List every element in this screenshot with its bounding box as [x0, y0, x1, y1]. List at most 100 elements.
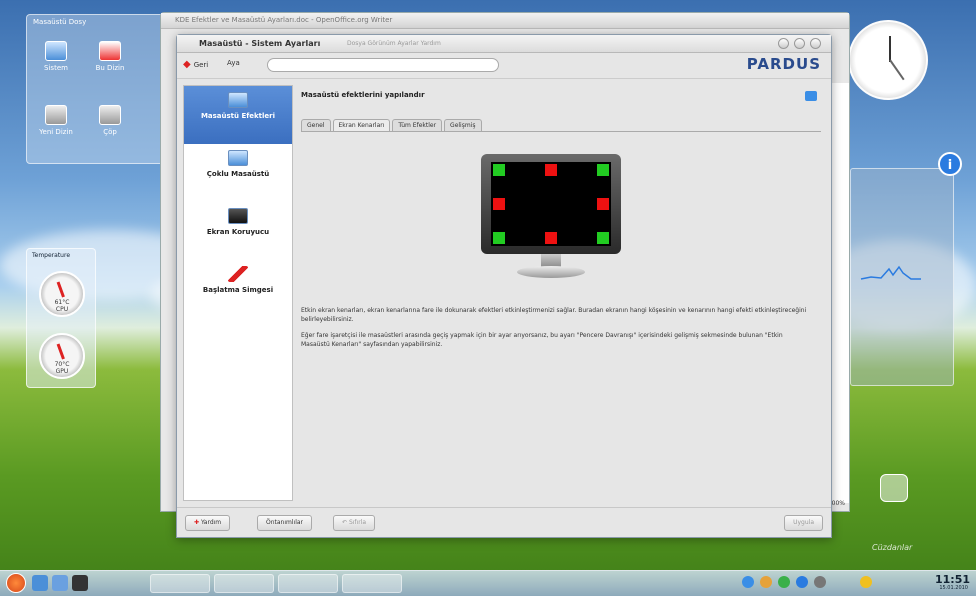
- window-title: Masaüstü - Sistem Ayarları: [199, 39, 321, 48]
- application-menu-icon[interactable]: [6, 573, 26, 593]
- top-edge-button[interactable]: [545, 164, 557, 176]
- screensaver-icon: [228, 208, 248, 224]
- search-input[interactable]: [267, 58, 499, 72]
- close-button[interactable]: [810, 38, 821, 49]
- folder-view-title: Masaüstü Dosy: [33, 18, 87, 26]
- tab-general[interactable]: Genel: [301, 119, 331, 131]
- back-arrow-icon: ◆: [183, 59, 191, 70]
- tab-bar: Genel Ekran Kenarları Tüm Efektler Geliş…: [301, 119, 482, 131]
- pardus-logo: PARDUS: [746, 55, 821, 73]
- desktop-icon-home[interactable]: Bu Dizin: [89, 41, 131, 72]
- sidebar-item-desktop-effects[interactable]: Masaüstü Efektleri: [184, 86, 292, 144]
- back-label: Geri: [193, 60, 209, 69]
- tab-screen-edges[interactable]: Ekran Kenarları: [332, 119, 391, 131]
- sidebar-item-screensaver[interactable]: Ekran Koruyucu: [184, 202, 292, 260]
- description-text: Etkin ekran kenarları, ekran kenarlarına…: [301, 306, 811, 356]
- top-left-corner-button[interactable]: [493, 164, 505, 176]
- right-edge-button[interactable]: [597, 198, 609, 210]
- monitor-screen: [491, 162, 611, 246]
- folder-view-widget[interactable]: Masaüstü Dosy Sistem Bu Dizin Yeni Dizin…: [26, 14, 166, 164]
- dialog-button-bar: ✚ Yardım Öntanımlılar ↶ Sıfırla Uygula: [177, 507, 831, 537]
- taskbar-panel: 11:51 15.01.2010: [0, 570, 976, 596]
- taskbar-item[interactable]: [342, 574, 402, 593]
- temperature-widget[interactable]: Temperature 61°C CPU 70°C GPU: [26, 248, 96, 388]
- cpu-gauge: 61°C CPU: [39, 271, 85, 317]
- left-edge-button[interactable]: [493, 198, 505, 210]
- gauge-label: GPU: [55, 368, 69, 375]
- desktop-icon-label: Çöp: [103, 128, 117, 136]
- settings-sidebar: Masaüstü Efektleri Çoklu Masaüstü Ekran …: [183, 85, 293, 501]
- defaults-button[interactable]: Öntanımlılar: [257, 515, 313, 531]
- monitor-base: [517, 266, 585, 278]
- system-settings-dialog[interactable]: Masaüstü - Sistem Ayarları Dosya Görünüm…: [176, 34, 832, 538]
- computer-icon: [45, 41, 67, 61]
- tab-all-effects[interactable]: Tüm Efektler: [392, 119, 443, 131]
- window-title: KDE Efektler ve Masaüstü Ayarları.doc - …: [161, 13, 849, 29]
- gauge-value: 70°C: [54, 361, 70, 368]
- desktop-icon-trash[interactable]: Çöp: [89, 105, 131, 136]
- help-label: Aya: [227, 59, 240, 67]
- sidebar-item-launch-feedback[interactable]: Başlatma Simgesi: [184, 260, 292, 318]
- volume-tray-icon[interactable]: [796, 576, 808, 588]
- temperature-widget-title: Temperature: [32, 252, 71, 259]
- analog-clock-widget[interactable]: [848, 20, 928, 100]
- help-button[interactable]: ✚ Yardım: [185, 515, 231, 531]
- updates-tray-icon[interactable]: [860, 576, 872, 588]
- desktop-icon-label: Sistem: [44, 64, 68, 72]
- taskbar-item[interactable]: [278, 574, 338, 593]
- bottom-left-corner-button[interactable]: [493, 232, 505, 244]
- drive-icon: [45, 105, 67, 125]
- description-paragraph: Etkin ekran kenarları, ekran kenarlarına…: [301, 307, 807, 323]
- help-button-label: Yardım: [200, 519, 222, 526]
- title-bar[interactable]: Masaüstü - Sistem Ayarları Dosya Görünüm…: [177, 35, 831, 53]
- desktop-icon-system[interactable]: Sistem: [35, 41, 77, 72]
- device-tray-icon[interactable]: [814, 576, 826, 588]
- desktop-effects-icon: [228, 92, 248, 108]
- file-manager-icon[interactable]: [52, 575, 68, 591]
- network-graph: [860, 265, 921, 280]
- sidebar-item-label: Çoklu Masaüstü: [206, 170, 270, 178]
- gpu-gauge: 70°C GPU: [39, 333, 85, 379]
- taskbar-item[interactable]: [214, 574, 274, 593]
- terminal-icon[interactable]: [72, 575, 88, 591]
- desktop-icon-label: Yeni Dizin: [39, 128, 73, 136]
- clock-minute-hand: [889, 36, 891, 62]
- desktop-icon-drive[interactable]: Yeni Dizin: [35, 105, 77, 136]
- trash-icon: [99, 105, 121, 125]
- toolbar: ◆ Geri Aya PARDUS: [177, 53, 831, 79]
- reset-button[interactable]: ↶ Sıfırla: [333, 515, 376, 531]
- bottom-edge-button[interactable]: [545, 232, 557, 244]
- battery-tray-icon[interactable]: [778, 576, 790, 588]
- minimize-button[interactable]: [778, 38, 789, 49]
- reset-icon: ↶: [342, 519, 348, 526]
- reset-button-label: Sıfırla: [348, 519, 367, 526]
- tab-advanced[interactable]: Gelişmiş: [444, 119, 482, 131]
- network-tray-icon[interactable]: [742, 576, 754, 588]
- wallpaper-watermark: Cüzdanlar: [872, 543, 913, 552]
- sidebar-item-label: Başlatma Simgesi: [202, 286, 274, 294]
- gauge-needle: [56, 343, 65, 360]
- apply-button[interactable]: Uygula: [784, 515, 823, 531]
- notification-tray-icon[interactable]: [760, 576, 772, 588]
- taskbar-item[interactable]: [150, 574, 210, 593]
- network-monitor-widget[interactable]: [850, 168, 954, 386]
- sidebar-item-label: Masaüstü Efektleri: [200, 112, 276, 120]
- top-right-corner-button[interactable]: [597, 164, 609, 176]
- gauge-needle: [56, 281, 65, 298]
- sidebar-item-multiple-desktops[interactable]: Çoklu Masaüstü: [184, 144, 292, 202]
- overview-button[interactable]: Aya: [227, 59, 240, 67]
- trash-widget-icon[interactable]: [880, 474, 908, 502]
- desktop-icon-label: Bu Dizin: [95, 64, 125, 72]
- back-button[interactable]: ◆ Geri: [183, 59, 208, 70]
- multiple-desktops-icon: [228, 150, 248, 166]
- description-paragraph: Eğer fare işaretçisi ile masaüstleri ara…: [301, 332, 783, 348]
- maximize-button[interactable]: [794, 38, 805, 49]
- desktop-icon[interactable]: [32, 575, 48, 591]
- sidebar-item-label: Ekran Koruyucu: [206, 228, 270, 236]
- info-icon[interactable]: i: [938, 152, 962, 176]
- settings-content: Masaüstü efektlerini yapılandır Genel Ek…: [301, 91, 821, 501]
- panel-date: 15.01.2010: [939, 585, 968, 591]
- gauge-value: 61°C: [54, 299, 70, 306]
- clock-hour-hand: [889, 59, 905, 81]
- bottom-right-corner-button[interactable]: [597, 232, 609, 244]
